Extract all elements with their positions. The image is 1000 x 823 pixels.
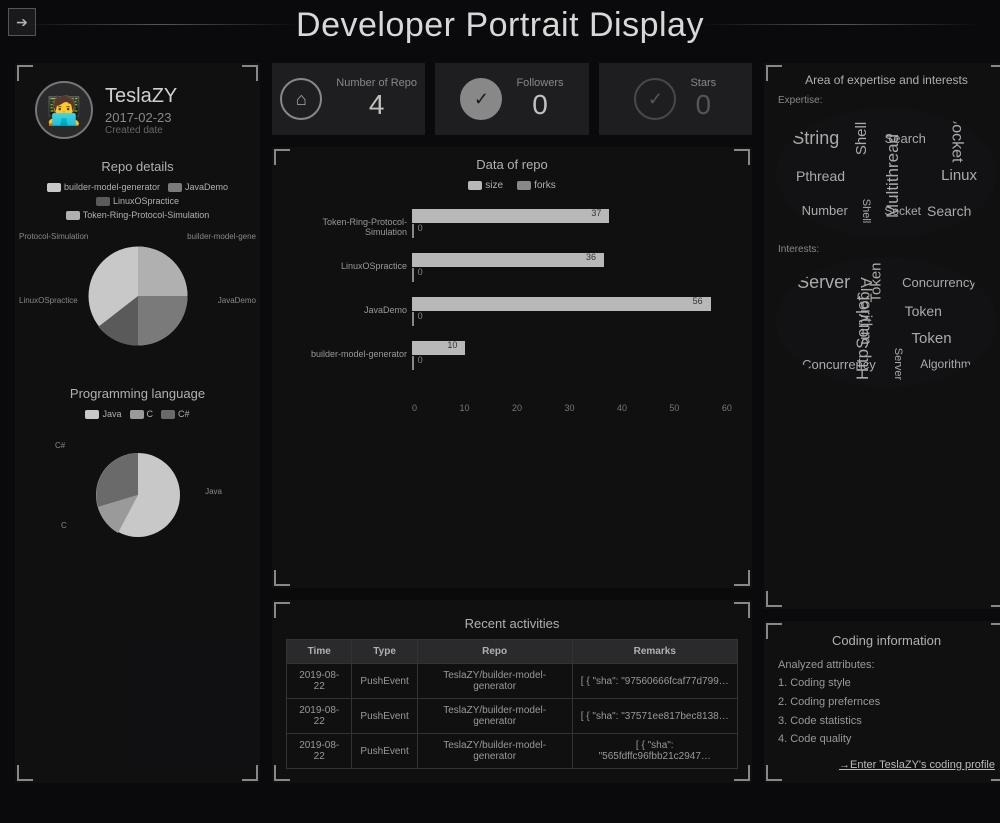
check-icon: ✓ — [634, 78, 676, 120]
stat-card-followers: ✓ Followers 0 — [435, 63, 588, 135]
stat-card-repo: ⌂ Number of Repo 4 — [272, 63, 425, 135]
profile-date: 2017-02-23 — [105, 110, 177, 125]
activities-panel: Recent activities TimeTypeRepoRemarks 20… — [272, 600, 752, 783]
stat-card-stars: ✓ Stars 0 — [599, 63, 752, 135]
lang-legend: Java C C# — [25, 409, 250, 419]
expertise-wordcloud: StringShellSearchSocketPthreadMultithrea… — [776, 108, 997, 238]
stats-row: ⌂ Number of Repo 4 ✓ Followers 0 ✓ Stars… — [272, 63, 752, 135]
avatar-icon: 🧑‍💻 — [47, 94, 82, 127]
page-title: Developer Portrait Display — [0, 0, 1000, 45]
table-row: 2019-08-22PushEventTeslaZY/builder-model… — [287, 699, 738, 734]
profile-date-label: Created date — [105, 125, 177, 136]
check-icon: ✓ — [460, 78, 502, 120]
table-row: 2019-08-22PushEventTeslaZY/builder-model… — [287, 664, 738, 699]
expertise-panel: Area of expertise and interests Expertis… — [764, 63, 1000, 609]
repo-pie-chart: Protocol-Simulation builder-model-gene L… — [25, 226, 250, 366]
lang-pie-chart: C# Java C — [25, 425, 250, 565]
coding-info-panel: Coding information Analyzed attributes: … — [764, 621, 1000, 783]
avatar: 🧑‍💻 — [35, 81, 93, 139]
profile-name: TeslaZY — [105, 85, 177, 108]
repo-details-title: Repo details — [25, 159, 250, 174]
coding-profile-link[interactable]: →Enter TeslaZY's coding profile — [778, 759, 995, 771]
repo-legend: builder-model-generator JavaDemo LinuxOS… — [25, 182, 250, 220]
interests-wordcloud: ServerTokenConcurrencyAlgorithmTokenHttp… — [776, 257, 997, 387]
activities-table: TimeTypeRepoRemarks 2019-08-22PushEventT… — [286, 639, 738, 769]
home-icon: ⌂ — [280, 78, 322, 120]
table-row: 2019-08-22PushEventTeslaZY/builder-model… — [287, 734, 738, 769]
left-panel: 🧑‍💻 TeslaZY 2017-02-23 Created date Repo… — [15, 63, 260, 783]
lang-title: Programming language — [25, 386, 250, 401]
repo-bar-chart: Data of repo size forks Token-Ring-Proto… — [272, 147, 752, 588]
